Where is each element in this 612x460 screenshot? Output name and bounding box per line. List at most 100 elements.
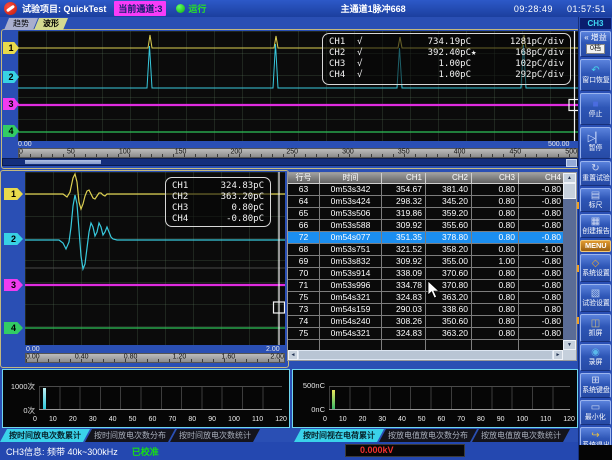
table-row[interactable]: 66 0m53s588 309.92 355.60 0.80 -0.80	[288, 220, 576, 232]
cell-ch3: 0.80	[472, 304, 519, 316]
table-row[interactable]: 65 0m53s506 319.86 359.20 0.80 -0.80	[288, 208, 576, 220]
col-header-ch4[interactable]: CH4	[519, 173, 565, 184]
table-body: 63 0m53s342 354.67 381.40 0.80 -0.80 64 …	[288, 184, 576, 340]
hist-right-bar	[332, 390, 335, 409]
vertical-scroll-thumb[interactable]	[563, 183, 576, 199]
system-settings-icon: ◇	[592, 259, 600, 269]
channel-scale: 1281pC/div	[484, 37, 564, 48]
ch4-tag[interactable]: 4	[3, 125, 19, 137]
create-report-button[interactable]: ▦ 创建报告	[580, 214, 611, 238]
col-header-ch1[interactable]: CH1	[382, 173, 426, 184]
scroll-left-icon[interactable]: ◄	[288, 350, 298, 360]
menu-button[interactable]: MENU	[580, 240, 611, 252]
channel-value: 1.00pC	[369, 70, 471, 81]
cell-row-number: 70	[288, 268, 320, 280]
table-row[interactable]: 64 0m53s424 298.32 345.20 0.80 -0.80	[288, 196, 576, 208]
bottom-tabs-right: 按时间视在电荷累计按放电值放电次数分布按放电值放电次数统计	[299, 429, 570, 442]
table-row[interactable]: 63 0m53s342 354.67 381.40 0.80 -0.80	[288, 184, 576, 196]
table-horizontal-scrollbar[interactable]: ◄ ►	[288, 350, 563, 360]
table-vertical-scrollbar[interactable]: ▲ ▼	[563, 173, 576, 350]
top-scope-scroll-thumb[interactable]	[25, 160, 101, 164]
table-row[interactable]: 75 0m54s321 324.83 363.20 0.80 -0.80	[288, 328, 576, 340]
check-icon: √	[357, 48, 369, 59]
hist-left-ticks: 0102030405060708090100110120	[33, 416, 287, 423]
stop-button[interactable]: ■ 停止	[580, 93, 611, 125]
tab-trend[interactable]: 趋势	[4, 18, 38, 30]
channel-label: CH4	[329, 70, 357, 81]
horizontal-scroll-thumb[interactable]	[298, 350, 553, 360]
col-header-row-number[interactable]: 行号	[288, 173, 320, 184]
table-row[interactable]: 72 0m54s077 351.35 378.80 0.80 -0.80	[288, 232, 576, 244]
ruler-button[interactable]: ▤ 标尺	[580, 188, 611, 212]
test-settings-button[interactable]: ▧ 试验设置	[580, 284, 611, 312]
bottom-tabs-left: 按时间放电次数累计按时间放电次数分布按时间放电次数统计	[5, 429, 260, 442]
pause-button[interactable]: ▷▏ 暂停	[580, 127, 611, 159]
charge-histogram-panel: 500nC 0nC 0102030405060708090100110120	[292, 369, 578, 428]
ch4-tag[interactable]: 4	[4, 322, 23, 334]
ch1-tag[interactable]: 1	[4, 188, 23, 200]
channel-value: 734.19pC	[369, 37, 471, 48]
channel-label: CH1	[329, 37, 357, 48]
main-channel-title: 主通道1脉冲668	[246, 2, 500, 15]
cell-time: 0m53s751	[320, 244, 382, 256]
bottom-tab[interactable]: 按时间放电次数统计	[170, 429, 260, 442]
ruler-tick-label: 2.00	[270, 354, 284, 361]
voltage-value: 0.000kV	[346, 445, 394, 455]
chevron-left-icon[interactable]: «	[584, 34, 588, 43]
system-settings-button[interactable]: ◇ 系统设置	[580, 254, 611, 282]
table-row[interactable]: 74 0m54s240 308.26 350.60 0.80 -0.80	[288, 316, 576, 328]
tick-label: 100	[516, 416, 528, 423]
bottom-tab[interactable]: 按时间视在电荷累计	[294, 429, 384, 442]
cell-ch3: 0.80	[472, 292, 519, 304]
tick-label: 50	[418, 416, 426, 423]
channel-value: -0.80pC	[202, 214, 264, 225]
bottom-tab[interactable]: 按时间放电次数分布	[85, 429, 175, 442]
screenshot-button[interactable]: ◫ 抓屏	[580, 314, 611, 342]
scroll-up-icon[interactable]: ▲	[563, 173, 576, 183]
ruler-tick-label: 350	[398, 149, 410, 156]
cell-time: 0m54s077	[320, 232, 382, 244]
top-scope-scroll-button[interactable]	[566, 159, 577, 167]
ch2-tag[interactable]: 2	[4, 233, 23, 245]
system-keyboard-button[interactable]: ⊞ 系统键盘	[580, 373, 611, 398]
ch1-tag[interactable]: 1	[3, 42, 19, 54]
window-restore-button[interactable]: ↶ 窗口恢复	[580, 59, 611, 91]
channel-value: 324.83pC	[202, 181, 264, 192]
cell-time: 0m53s996	[320, 280, 382, 292]
pulse-value-row: CH1 324.83pC	[172, 181, 264, 192]
screen-record-button[interactable]: ◉ 录屏	[580, 344, 611, 371]
hist-right-ticks: 0102030405060708090100110120	[323, 416, 575, 423]
top-scope-scrollbar[interactable]	[2, 158, 578, 166]
col-header-time[interactable]: 时间	[320, 173, 382, 184]
table-row[interactable]: 70 0m53s914 338.09 370.60 0.80 -0.80	[288, 268, 576, 280]
cell-ch3: 0.80	[472, 244, 519, 256]
channel-value: 1.00pC	[369, 59, 471, 70]
ruler-tick-label: 1.60	[222, 354, 236, 361]
table-row[interactable]: 69 0m53s832 309.92 355.00 1.00 -0.80	[288, 256, 576, 268]
cell-ch2: 358.20	[426, 244, 472, 256]
minimize-button[interactable]: ▭ 最小化	[580, 400, 611, 425]
tab-waveform[interactable]: 波形	[34, 18, 68, 30]
bottom-tab[interactable]: 按时间放电次数累计	[0, 429, 90, 442]
cell-ch3: 0.80	[472, 280, 519, 292]
col-header-ch3[interactable]: CH3	[472, 173, 519, 184]
scroll-right-icon[interactable]: ►	[553, 350, 563, 360]
cell-ch1: 338.09	[382, 268, 426, 280]
gain-label: 增益	[591, 34, 607, 43]
ruler-tick-label: 0.00	[26, 354, 40, 361]
cell-ch4: -0.80	[519, 316, 565, 328]
ch2-tag[interactable]: 2	[3, 71, 19, 83]
gain-button[interactable]: « 增益 0档	[580, 31, 611, 57]
table-row[interactable]: 68 0m53s751 321.52 358.20 0.80 -1.00	[288, 244, 576, 256]
table-row[interactable]: 73 0m54s159 290.03 338.60 0.80 0.80	[288, 304, 576, 316]
bottom-tab[interactable]: 按放电值放电次数统计	[472, 429, 570, 442]
col-header-ch2[interactable]: CH2	[426, 173, 472, 184]
bottom-tab[interactable]: 按放电值放电次数分布	[379, 429, 477, 442]
grip-mark	[577, 202, 579, 209]
tick-label: 60	[149, 416, 157, 423]
ch3-tag[interactable]: 3	[4, 279, 23, 291]
cell-ch1: 354.67	[382, 184, 426, 196]
reset-test-button[interactable]: ↻ 重置试验	[580, 161, 611, 186]
ch3-tag[interactable]: 3	[3, 98, 19, 110]
scroll-down-icon[interactable]: ▼	[563, 340, 576, 350]
